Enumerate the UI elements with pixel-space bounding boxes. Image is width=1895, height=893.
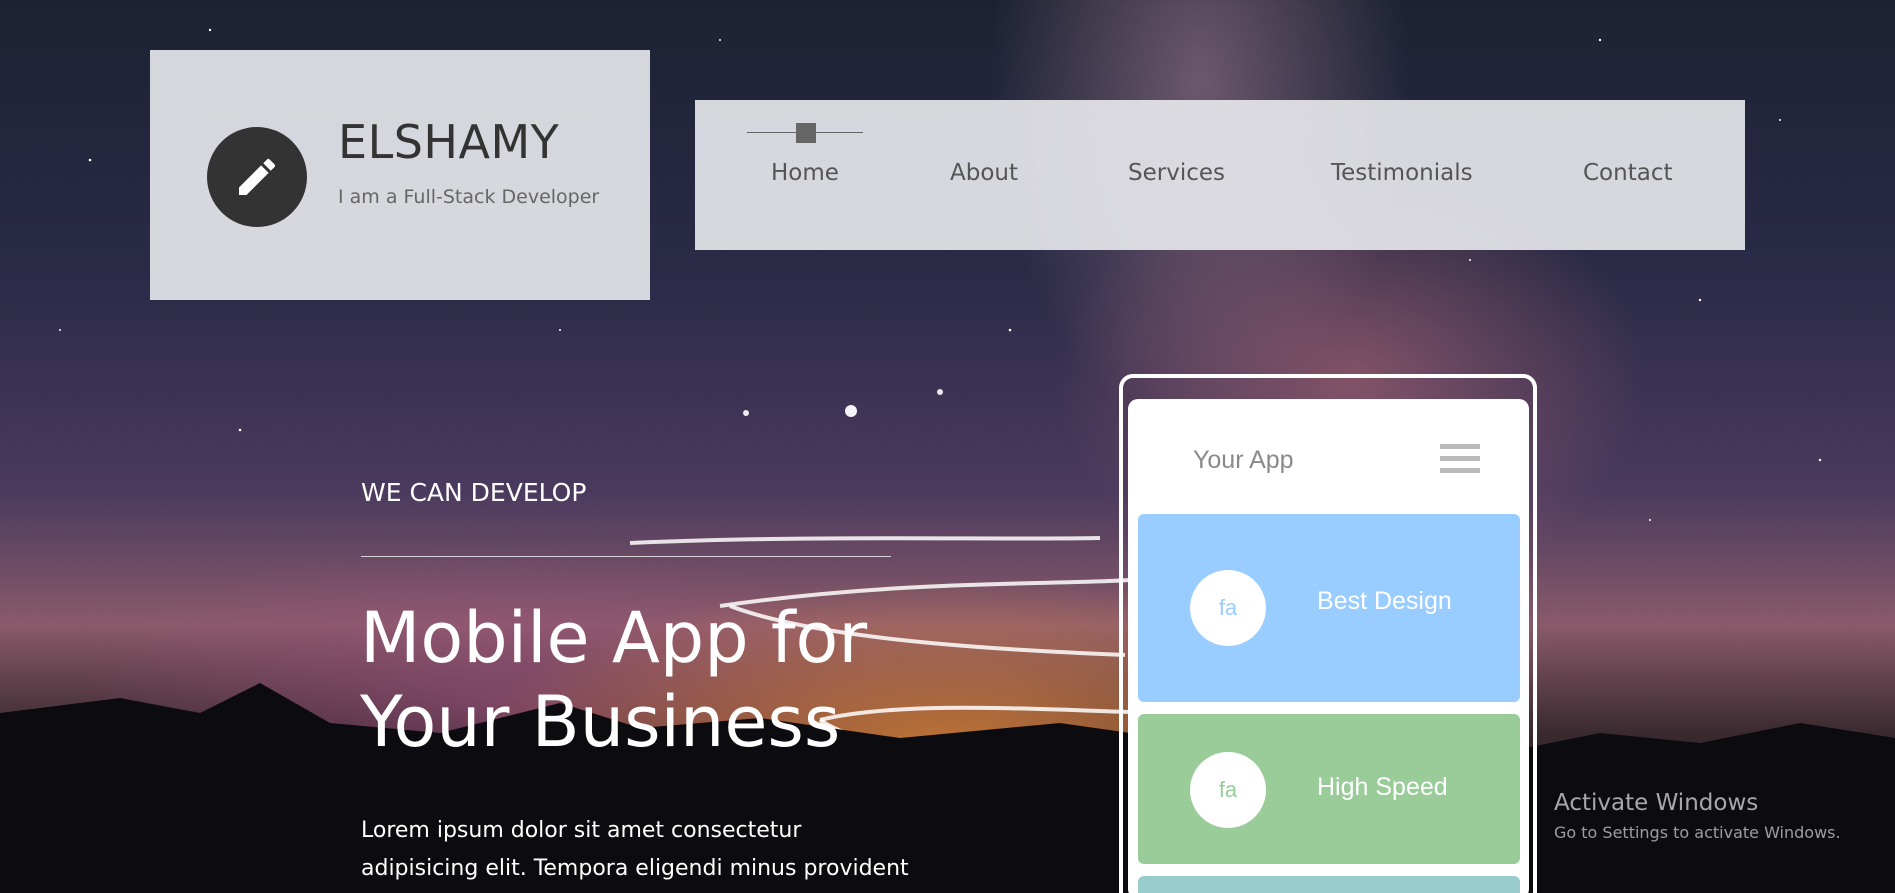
card-label: Best Design	[1317, 587, 1452, 615]
hero-title: Mobile App for Your Business	[360, 596, 960, 764]
nav-item-services[interactable]: Services	[1128, 160, 1225, 186]
hero-kicker: WE CAN DEVELOP	[361, 478, 587, 507]
card-icon: fa	[1190, 752, 1266, 828]
feature-card-high-speed[interactable]: fa High Speed	[1138, 714, 1520, 864]
nav-item-contact[interactable]: Contact	[1583, 160, 1672, 186]
brand-subtitle: I am a Full-Stack Developer	[338, 186, 600, 208]
nav-item-about[interactable]: About	[950, 160, 1018, 186]
app-title: Your App	[1193, 446, 1294, 474]
card-label: High Speed	[1317, 773, 1448, 801]
brand-title: ELSHAMY	[338, 115, 560, 169]
brand-logo[interactable]	[207, 127, 307, 227]
pencil-icon	[239, 158, 276, 195]
card-icon: fa	[1190, 570, 1266, 646]
nav-item-home[interactable]: Home	[771, 160, 839, 186]
hero-text-line-1: Lorem ipsum dolor sit amet consectetur	[361, 818, 802, 843]
hamburger-menu-icon[interactable]	[1440, 444, 1480, 476]
brand-box: ELSHAMY I am a Full-Stack Developer	[150, 50, 650, 300]
activate-windows-subtitle: Go to Settings to activate Windows.	[1554, 823, 1841, 842]
main-nav: Home About Services Testimonials Contact	[695, 100, 1745, 250]
nav-item-testimonials[interactable]: Testimonials	[1331, 160, 1473, 186]
feature-card-best-design[interactable]: fa Best Design	[1138, 514, 1520, 702]
activate-windows-title: Activate Windows	[1554, 790, 1759, 816]
hero-title-line-1: Mobile App for	[360, 597, 868, 679]
hero-text-line-2: adipisicing elit. Tempora eligendi minus…	[361, 856, 909, 881]
feature-card-partial[interactable]	[1138, 876, 1520, 893]
hero-title-line-2: Your Business	[360, 681, 841, 763]
nav-active-indicator	[796, 123, 816, 143]
hero-divider	[361, 556, 891, 557]
hero-description: Lorem ipsum dolor sit amet consectetur a…	[361, 812, 921, 888]
